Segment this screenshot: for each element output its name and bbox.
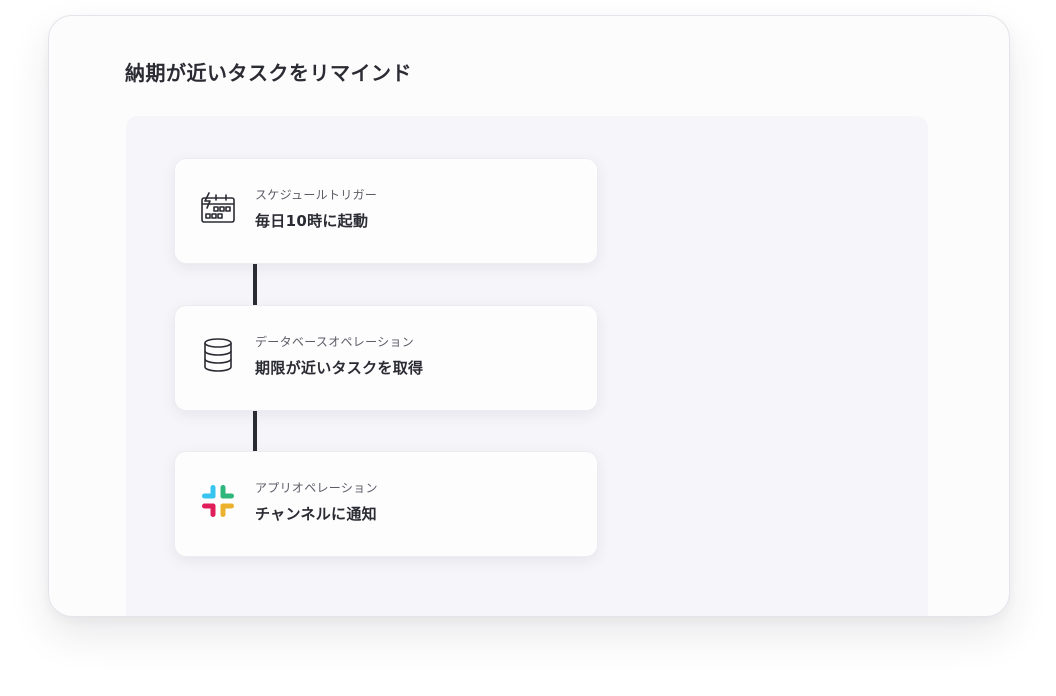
step-action-label: 毎日10時に起動	[255, 212, 369, 230]
step-database-operation[interactable]: データベースオペレーション 期限が近いタスクを取得	[174, 305, 598, 411]
step-kind-label: スケジュールトリガー	[255, 188, 378, 202]
step-connector	[253, 264, 257, 306]
step-kind-label: アプリオペレーション	[255, 481, 378, 495]
workflow-card: 納期が近いタスクをリマインド スケジュールトリガー 毎日10時に起動 データベー…	[48, 15, 1010, 617]
workflow-canvas: スケジュールトリガー 毎日10時に起動 データベースオペレーション 期限が近いタ…	[126, 116, 928, 616]
step-schedule-trigger[interactable]: スケジュールトリガー 毎日10時に起動	[174, 158, 598, 264]
step-app-operation[interactable]: アプリオペレーション チャンネルに通知	[174, 451, 598, 557]
database-icon	[199, 336, 237, 374]
step-connector	[253, 411, 257, 453]
step-kind-label: データベースオペレーション	[255, 335, 415, 349]
workflow-title: 納期が近いタスクをリマインド	[125, 61, 412, 85]
step-action-label: 期限が近いタスクを取得	[255, 359, 424, 377]
step-action-label: チャンネルに通知	[255, 505, 377, 523]
calendar-clock-icon	[199, 189, 237, 227]
slack-icon	[199, 482, 237, 520]
